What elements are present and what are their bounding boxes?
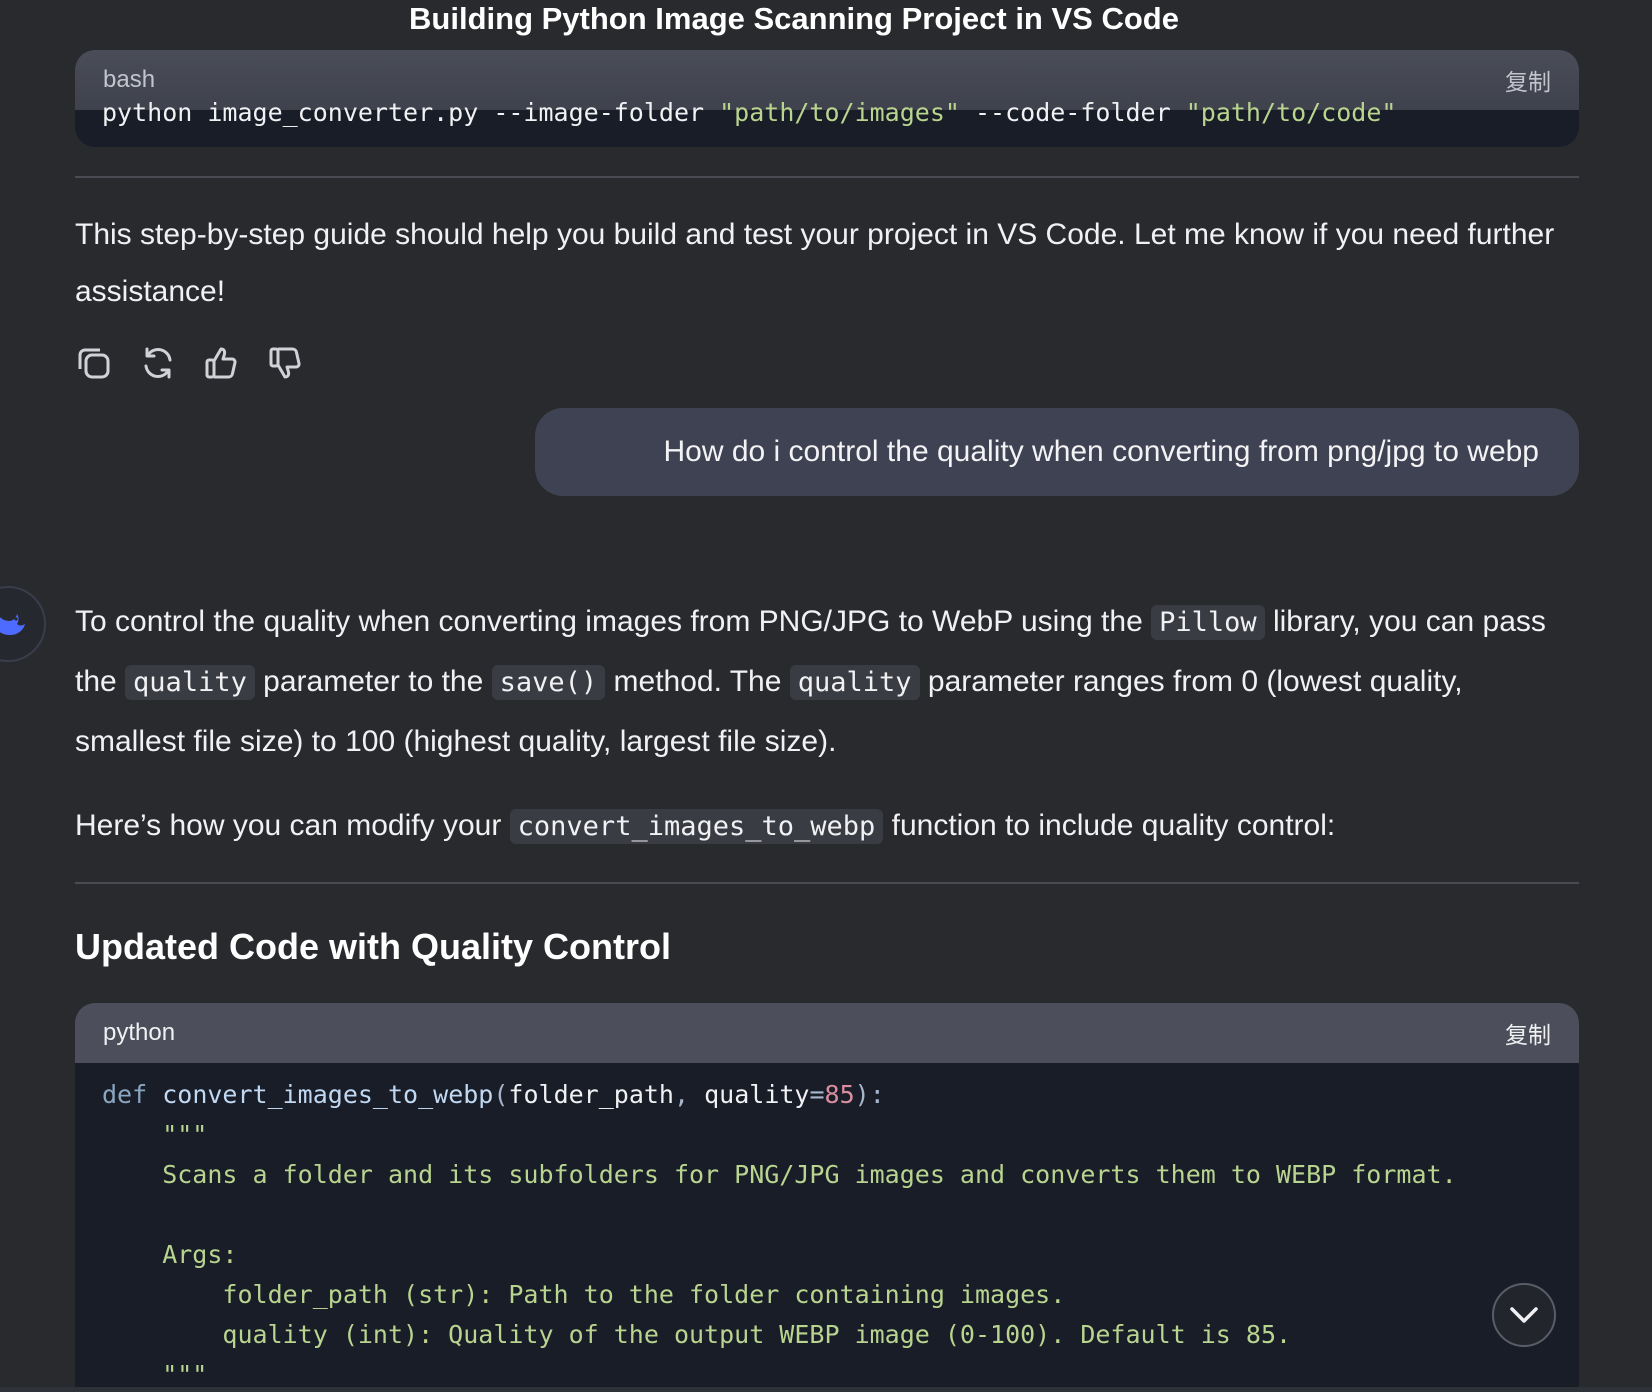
deepseek-whale-icon (0, 614, 25, 635)
code-language-label: python (103, 1019, 176, 1046)
code-keyword: def (102, 1080, 148, 1109)
code-punct: ( (493, 1080, 509, 1109)
code-line: quality (int): Quality of the output WEB… (102, 1320, 1292, 1349)
regenerate-icon[interactable] (139, 344, 177, 382)
scroll-to-bottom-button[interactable] (1492, 1283, 1556, 1347)
python-code-block: python 复制 def convert_images_to_webp(fol… (75, 1003, 1579, 1392)
chevron-down-icon (1510, 1307, 1538, 1323)
code-line: Scans a folder and its subfolders for PN… (102, 1160, 1457, 1189)
text-span: Here’s how you can modify your (75, 809, 510, 842)
inline-code: Pillow (1151, 605, 1265, 640)
assistant-closing-paragraph: This step-by-step guide should help you … (75, 218, 1555, 308)
code-punct: , (674, 1080, 705, 1109)
code-line: Args: (102, 1240, 238, 1269)
bash-code-block: bash 复制 python image_converter.py --imag… (75, 50, 1579, 147)
code-punct: = (809, 1080, 825, 1109)
assistant-avatar (0, 586, 46, 662)
user-message-text: How do i control the quality when conver… (663, 435, 1540, 468)
inline-code: quality (125, 665, 255, 700)
code-text: python image_converter.py --image-folder (102, 98, 720, 127)
code-body: def convert_images_to_webp(folder_path, … (75, 1063, 1579, 1392)
code-line: folder_path (str): Path to the folder co… (102, 1280, 1066, 1309)
copy-code-button[interactable]: 复制 (1505, 1016, 1551, 1050)
assistant-paragraph: To control the quality when converting i… (75, 592, 1575, 771)
code-line: def convert_images_to_webp(folder_path, … (102, 1075, 1552, 1115)
text-span: function to include quality control: (883, 809, 1336, 842)
text-span: To control the quality when converting i… (75, 605, 1152, 638)
message-actions (75, 344, 1579, 382)
code-param: quality (704, 1080, 810, 1109)
thumbs-down-icon[interactable] (267, 344, 305, 382)
code-number: 85 (824, 1080, 855, 1109)
divider (75, 882, 1579, 884)
code-language-label: bash (103, 66, 156, 93)
divider (75, 176, 1579, 178)
code-punct: ): (854, 1080, 885, 1109)
assistant-paragraph: Here’s how you can modify your convert_i… (75, 797, 1579, 855)
inline-code: save() (491, 665, 606, 700)
code-line: python image_converter.py --image-folder… (75, 94, 1579, 132)
code-string: "path/to/code" (1185, 98, 1397, 127)
code-param: folder_path (508, 1080, 674, 1109)
copy-icon[interactable] (75, 344, 113, 382)
code-string: "path/to/images" (719, 98, 960, 127)
bottom-edge (0, 1387, 1652, 1392)
inline-code: convert_images_to_webp (509, 809, 884, 844)
copy-code-button[interactable]: 复制 (1505, 63, 1551, 97)
section-heading: Updated Code with Quality Control (75, 926, 671, 967)
code-line: """ (102, 1120, 208, 1149)
text-span: parameter to the (254, 665, 492, 698)
code-function-name: convert_images_to_webp (162, 1080, 494, 1109)
page-title: Building Python Image Scanning Project i… (409, 1, 1179, 36)
text-span: method. The (605, 665, 790, 698)
inline-code: quality (789, 665, 920, 700)
thumbs-up-icon[interactable] (203, 344, 241, 382)
code-text: --code-folder (959, 98, 1186, 127)
code-header: python 复制 (75, 1003, 1579, 1063)
user-message-bubble: How do i control the quality when conver… (535, 408, 1579, 496)
